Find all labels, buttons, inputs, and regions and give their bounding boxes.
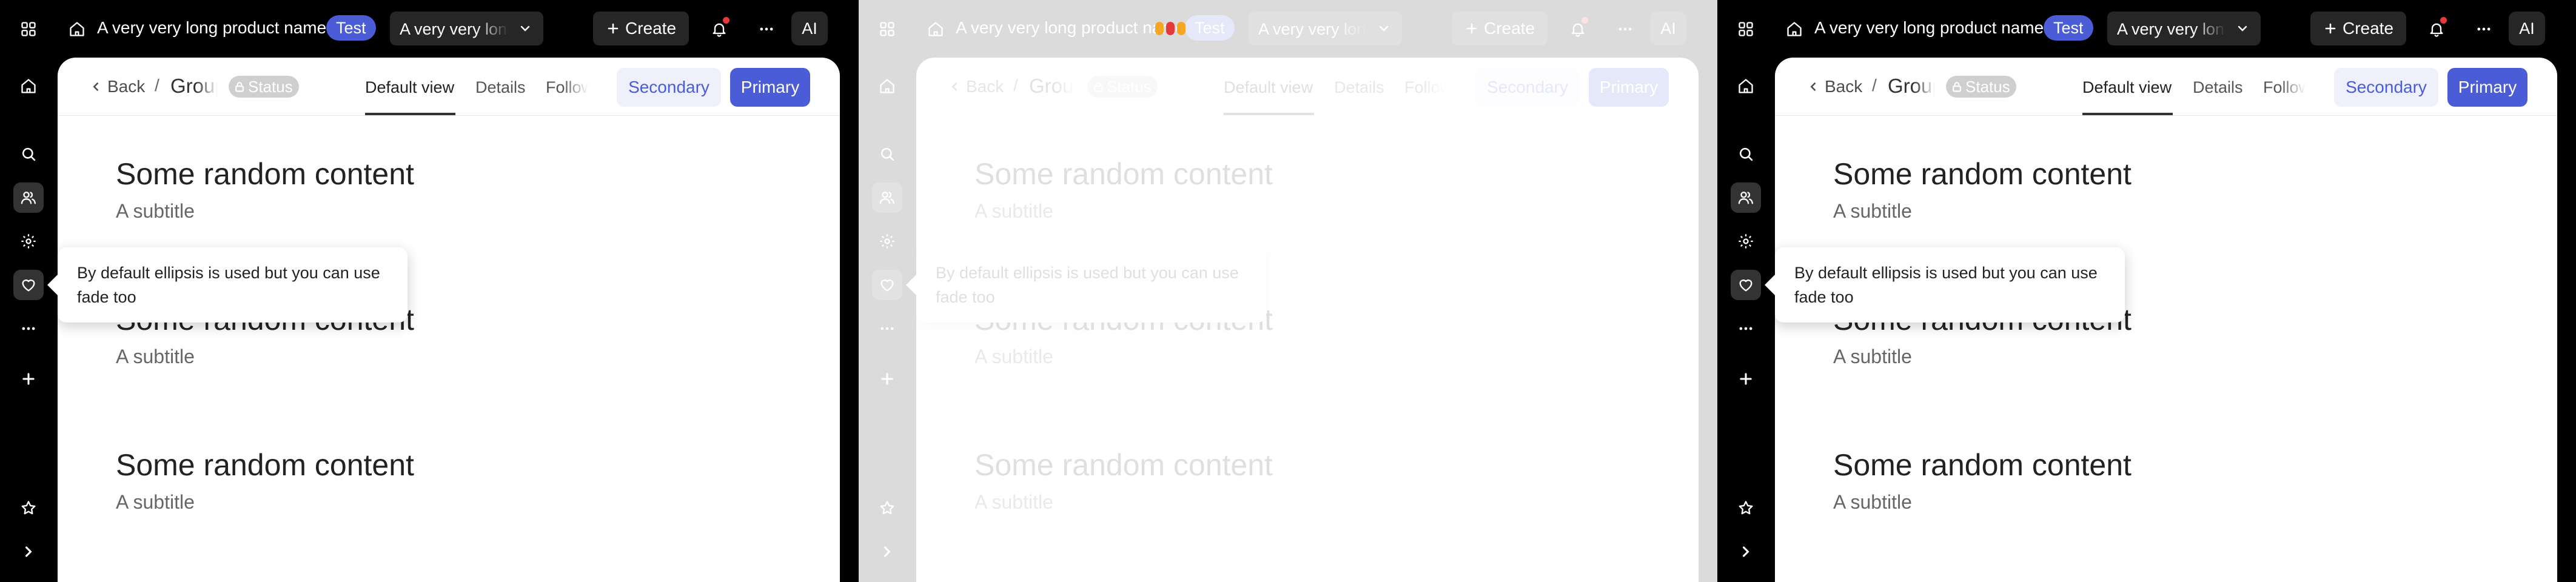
breadcrumb-group[interactable]: Group name: [1888, 75, 1935, 98]
tab-default-view[interactable]: Default view: [2082, 78, 2172, 97]
breadcrumb-group[interactable]: Group name: [170, 75, 218, 98]
grid-icon[interactable]: [1734, 17, 1758, 41]
status-label: Status: [1965, 78, 2010, 96]
home-icon[interactable]: [1731, 71, 1761, 101]
active-tab-indicator: [365, 113, 455, 115]
notification-dot: [723, 17, 730, 24]
users-icon[interactable]: [13, 182, 44, 213]
create-button[interactable]: Create: [593, 12, 689, 45]
environment-badge: Test: [326, 15, 376, 41]
home-icon[interactable]: [13, 71, 44, 101]
ai-button[interactable]: AI: [2509, 12, 2545, 45]
content-subtitle: A subtitle: [1833, 491, 1912, 513]
star-icon[interactable]: [1731, 493, 1761, 523]
secondary-button[interactable]: Secondary: [2334, 68, 2438, 107]
product-name: A very very long product name: [1814, 18, 2044, 37]
primary-button[interactable]: Primary: [730, 68, 810, 107]
plus-icon: [2323, 21, 2338, 36]
heart-icon[interactable]: [13, 270, 44, 300]
notification-dot: [2440, 17, 2447, 24]
search-icon[interactable]: [13, 139, 44, 169]
create-label: Create: [625, 19, 677, 38]
workspace-select-value: A very very long name: [2117, 20, 2226, 38]
ai-button[interactable]: AI: [791, 12, 828, 45]
status-badge: Status: [1946, 76, 2016, 98]
create-label: Create: [2342, 19, 2394, 38]
content-subtitle: A subtitle: [116, 491, 195, 513]
content-title: Some random content: [1833, 448, 2132, 482]
more-icon[interactable]: [1731, 313, 1761, 344]
heart-icon[interactable]: [1731, 270, 1761, 300]
chevron-down-icon: [2232, 18, 2253, 39]
product-name: A very very long product name: [97, 18, 327, 37]
content-subtitle: A subtitle: [1833, 200, 1912, 222]
back-button[interactable]: Back: [89, 77, 145, 96]
chevron-left-icon: [1806, 80, 1820, 93]
plus-icon[interactable]: [13, 364, 44, 394]
search-icon[interactable]: [1731, 139, 1761, 169]
plus-icon[interactable]: [1731, 364, 1761, 394]
create-button[interactable]: Create: [2310, 12, 2406, 45]
top-bar: A very very long product name Test A ver…: [0, 0, 859, 58]
chevron-right-icon[interactable]: [1731, 537, 1761, 567]
content-title: Some random content: [1833, 157, 2132, 191]
more-icon[interactable]: [754, 17, 779, 41]
content-subtitle: A subtitle: [116, 346, 195, 367]
active-tab-indicator: [2082, 113, 2173, 115]
tooltip: By default ellipsis is used but you can …: [58, 247, 408, 323]
content-subtitle: A subtitle: [116, 200, 195, 222]
lock-icon: [233, 81, 246, 93]
workspace-select[interactable]: A very very long name: [390, 12, 543, 45]
home-icon[interactable]: [1782, 17, 1806, 41]
back-button[interactable]: Back: [1806, 77, 1862, 96]
workspace-select[interactable]: A very very long name: [2107, 12, 2261, 45]
primary-button[interactable]: Primary: [2447, 68, 2527, 107]
tab-details[interactable]: Details: [2193, 78, 2243, 97]
gear-icon[interactable]: [1731, 226, 1761, 256]
content-title: Some random content: [116, 157, 414, 191]
tab-followers[interactable]: Followers: [546, 78, 588, 97]
page-header: Back / Group name Status Default view De…: [58, 58, 840, 116]
tab-default-view[interactable]: Default view: [365, 78, 454, 97]
status-badge: Status: [229, 76, 299, 98]
content-subtitle: A subtitle: [1833, 346, 1912, 367]
chevron-right-icon[interactable]: [13, 537, 44, 567]
workspace-select-value: A very very long name: [400, 20, 509, 38]
environment-badge: Test: [2044, 15, 2093, 41]
home-icon[interactable]: [65, 17, 89, 41]
app-panel-normal: A very very long product name Test A ver…: [0, 0, 859, 582]
content-title: Some random content: [116, 448, 414, 482]
back-label: Back: [1825, 77, 1863, 96]
tooltip: By default ellipsis is used but you can …: [1775, 247, 2125, 323]
plus-icon: [606, 21, 620, 36]
more-icon[interactable]: [13, 313, 44, 344]
app-panel-normal: A very very long product name Test A ver…: [1717, 0, 2576, 582]
lock-icon: [1951, 81, 1963, 93]
status-label: Status: [248, 78, 293, 96]
breadcrumb-separator: /: [1872, 76, 1877, 95]
gear-icon[interactable]: [13, 226, 44, 256]
breadcrumb-separator: /: [155, 76, 159, 95]
tab-details[interactable]: Details: [475, 78, 526, 97]
chevron-down-icon: [514, 18, 536, 39]
loading-indicator: [1155, 22, 1188, 35]
page-header: Back / Group name Status Default view De…: [1775, 58, 2557, 116]
loading-overlay: [859, 0, 1717, 582]
top-bar: A very very long product name Test A ver…: [1717, 0, 2576, 58]
grid-icon[interactable]: [16, 17, 41, 41]
more-icon[interactable]: [2472, 17, 2496, 41]
chevron-left-icon: [89, 80, 102, 93]
tab-followers[interactable]: Followers: [2263, 78, 2306, 97]
star-icon[interactable]: [13, 493, 44, 523]
users-icon[interactable]: [1731, 182, 1761, 213]
back-label: Back: [107, 77, 146, 96]
secondary-button[interactable]: Secondary: [617, 68, 721, 107]
app-panel-loading: A very very long product name Test A ver…: [859, 0, 1717, 582]
